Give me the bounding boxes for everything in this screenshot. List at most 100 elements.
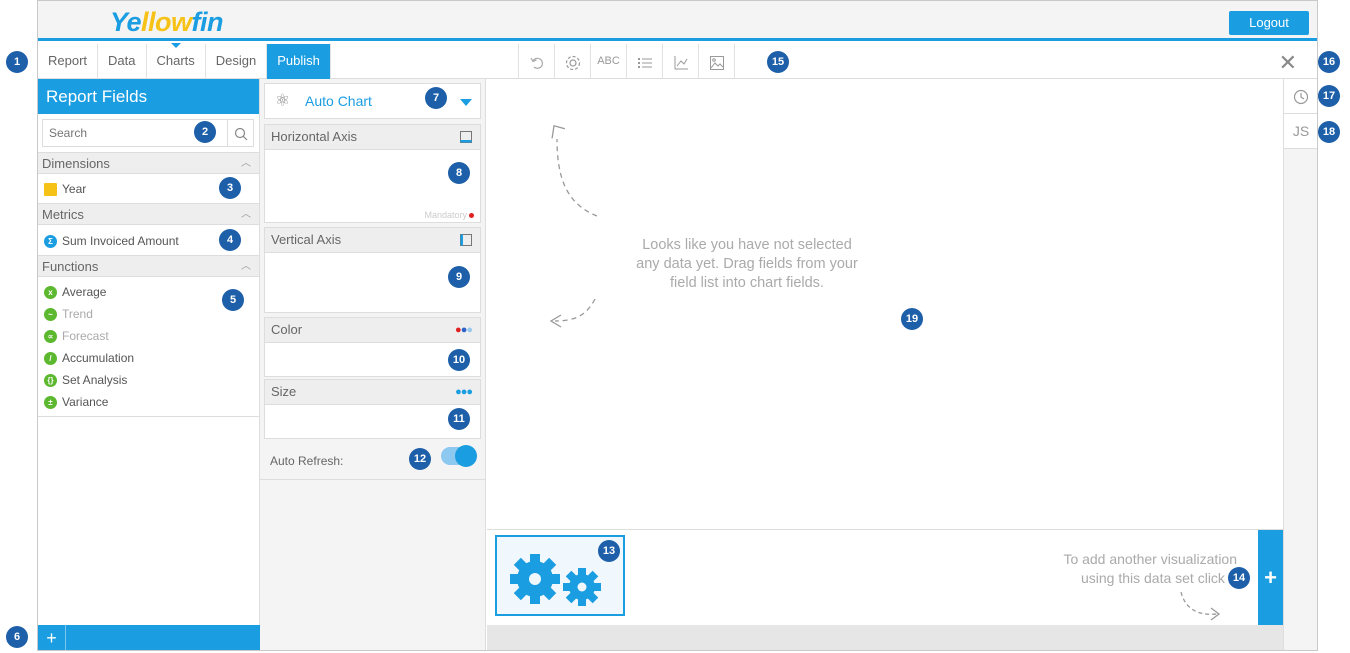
tab-data[interactable]: Data (98, 44, 147, 79)
callout-marker: 13 (598, 540, 620, 562)
report-fields-panel: Report Fields Dimensions ︿ Year Metrics … (38, 79, 260, 650)
tab-charts[interactable]: Charts (147, 43, 206, 79)
add-visualization-message: To add another visualization using this … (1063, 551, 1237, 586)
callout-marker: 15 (767, 51, 789, 73)
dimensions-section-header[interactable]: Dimensions ︿ (38, 152, 259, 174)
size-header: Size ●●● (264, 379, 481, 405)
metrics-label: Metrics (42, 207, 84, 222)
callout-marker: 8 (448, 162, 470, 184)
collapse-icon[interactable]: ︿ (241, 256, 251, 277)
accumulation-icon: / (44, 352, 57, 366)
vertical-axis-label: Vertical Axis (271, 232, 342, 247)
function-set-analysis[interactable]: {} Set Analysis (44, 371, 127, 389)
callout-marker: 11 (448, 408, 470, 430)
atom-icon: ⚛ (275, 91, 291, 110)
mandatory-label: Mandatory (424, 210, 474, 220)
tab-row: Report Data Charts Design Publish ABC ✕ (38, 43, 1317, 79)
logout-button[interactable]: Logout (1229, 11, 1309, 35)
axis-icon[interactable] (663, 44, 699, 79)
search-icon[interactable] (227, 120, 253, 146)
function-trend[interactable]: ~ Trend (44, 305, 93, 323)
size-dots-icon: ●●● (455, 386, 473, 398)
panel-divider (38, 416, 259, 417)
tab-report[interactable]: Report (38, 44, 99, 79)
timer-icon[interactable] (1284, 79, 1317, 114)
settings-icon[interactable] (555, 44, 591, 79)
function-variance[interactable]: ± Variance (44, 393, 108, 411)
horizontal-axis-dropzone[interactable]: Mandatory (264, 150, 481, 223)
set-analysis-icon: {} (44, 374, 57, 388)
callout-marker: 1 (6, 51, 28, 73)
functions-section-header[interactable]: Functions ︿ (38, 255, 259, 277)
text-format-icon[interactable]: ABC (591, 44, 627, 79)
calendar-icon (44, 183, 57, 197)
config-divider (260, 479, 486, 480)
chevron-down-icon[interactable] (460, 99, 472, 106)
vertical-axis-icon (460, 234, 472, 246)
hint-arrow (1180, 591, 1221, 621)
collapse-icon[interactable]: ︿ (241, 204, 251, 225)
collapse-icon[interactable]: ︿ (241, 153, 251, 174)
color-header: Color ●●● (264, 317, 481, 343)
callout-marker: 6 (6, 626, 28, 648)
chart-type-selector[interactable]: ⚛ Auto Chart (264, 83, 481, 119)
callout-marker: 3 (219, 177, 241, 199)
field-search (42, 119, 254, 147)
add-field-button[interactable]: + (38, 625, 66, 650)
variance-icon: ± (44, 396, 57, 410)
legend-icon[interactable] (627, 44, 663, 79)
footer-bar (487, 625, 1283, 650)
vertical-axis-header: Vertical Axis (264, 227, 481, 253)
empty-chart-message: Looks like you have not selected any dat… (636, 237, 858, 291)
callout-marker: 19 (901, 308, 923, 330)
function-average[interactable]: x Average (44, 283, 106, 301)
function-forecast[interactable]: ∝ Forecast (44, 327, 109, 345)
horizontal-axis-icon (460, 131, 472, 143)
dimensions-label: Dimensions (42, 156, 110, 171)
callout-marker: 12 (409, 448, 431, 470)
forecast-icon: ∝ (44, 330, 57, 344)
right-side-panel: JS (1283, 79, 1317, 650)
callout-marker: 10 (448, 349, 470, 371)
chart-type-label: Auto Chart (305, 93, 372, 109)
average-icon: x (44, 286, 57, 300)
close-icon[interactable]: ✕ (1279, 50, 1297, 76)
callout-marker: 9 (448, 266, 470, 288)
drag-hint-arrows (549, 124, 598, 328)
report-fields-title: Report Fields (38, 79, 259, 114)
image-icon[interactable] (699, 44, 735, 79)
add-visualization-button[interactable]: + (1258, 530, 1283, 626)
color-label: Color (271, 322, 303, 337)
top-bar: Yellowfin Logout (38, 1, 1317, 41)
auto-refresh-label: Auto Refresh: (270, 454, 344, 468)
auto-refresh-toggle[interactable] (441, 445, 477, 467)
horizontal-axis-label: Horizontal Axis (271, 129, 357, 144)
callout-marker: 17 (1318, 85, 1340, 107)
chart-toolbar: ABC (518, 44, 735, 79)
function-accumulation[interactable]: / Accumulation (44, 349, 134, 367)
vertical-axis-dropzone[interactable] (264, 253, 481, 313)
undo-icon[interactable] (519, 44, 555, 79)
trend-icon: ~ (44, 308, 57, 322)
app-window: Yellowfin Logout Report Data Charts Desi… (37, 0, 1318, 651)
color-dots-icon: ●●● (455, 324, 473, 336)
callout-marker: 7 (425, 87, 447, 109)
builder-tabs: Report Data Charts Design Publish (38, 43, 331, 79)
callout-marker: 2 (194, 121, 216, 143)
field-year[interactable]: Year (44, 180, 86, 198)
sum-icon: Σ (44, 235, 57, 249)
add-bar: + (38, 625, 260, 650)
size-label: Size (271, 384, 297, 399)
tab-publish[interactable]: Publish (267, 44, 331, 79)
yellowfin-logo: Yellowfin (110, 7, 224, 37)
callout-marker: 5 (222, 289, 244, 311)
metrics-section-header[interactable]: Metrics ︿ (38, 203, 259, 225)
callout-marker: 4 (219, 229, 241, 251)
chart-canvas[interactable]: Looks like you have not selected any dat… (487, 79, 1283, 529)
js-button[interactable]: JS (1284, 114, 1317, 149)
toggle-knob (455, 445, 477, 467)
tab-design[interactable]: Design (206, 44, 268, 79)
horizontal-axis-header: Horizontal Axis (264, 124, 481, 150)
callout-marker: 18 (1318, 121, 1340, 143)
field-sum-invoiced-amount[interactable]: Σ Sum Invoiced Amount (44, 232, 179, 250)
